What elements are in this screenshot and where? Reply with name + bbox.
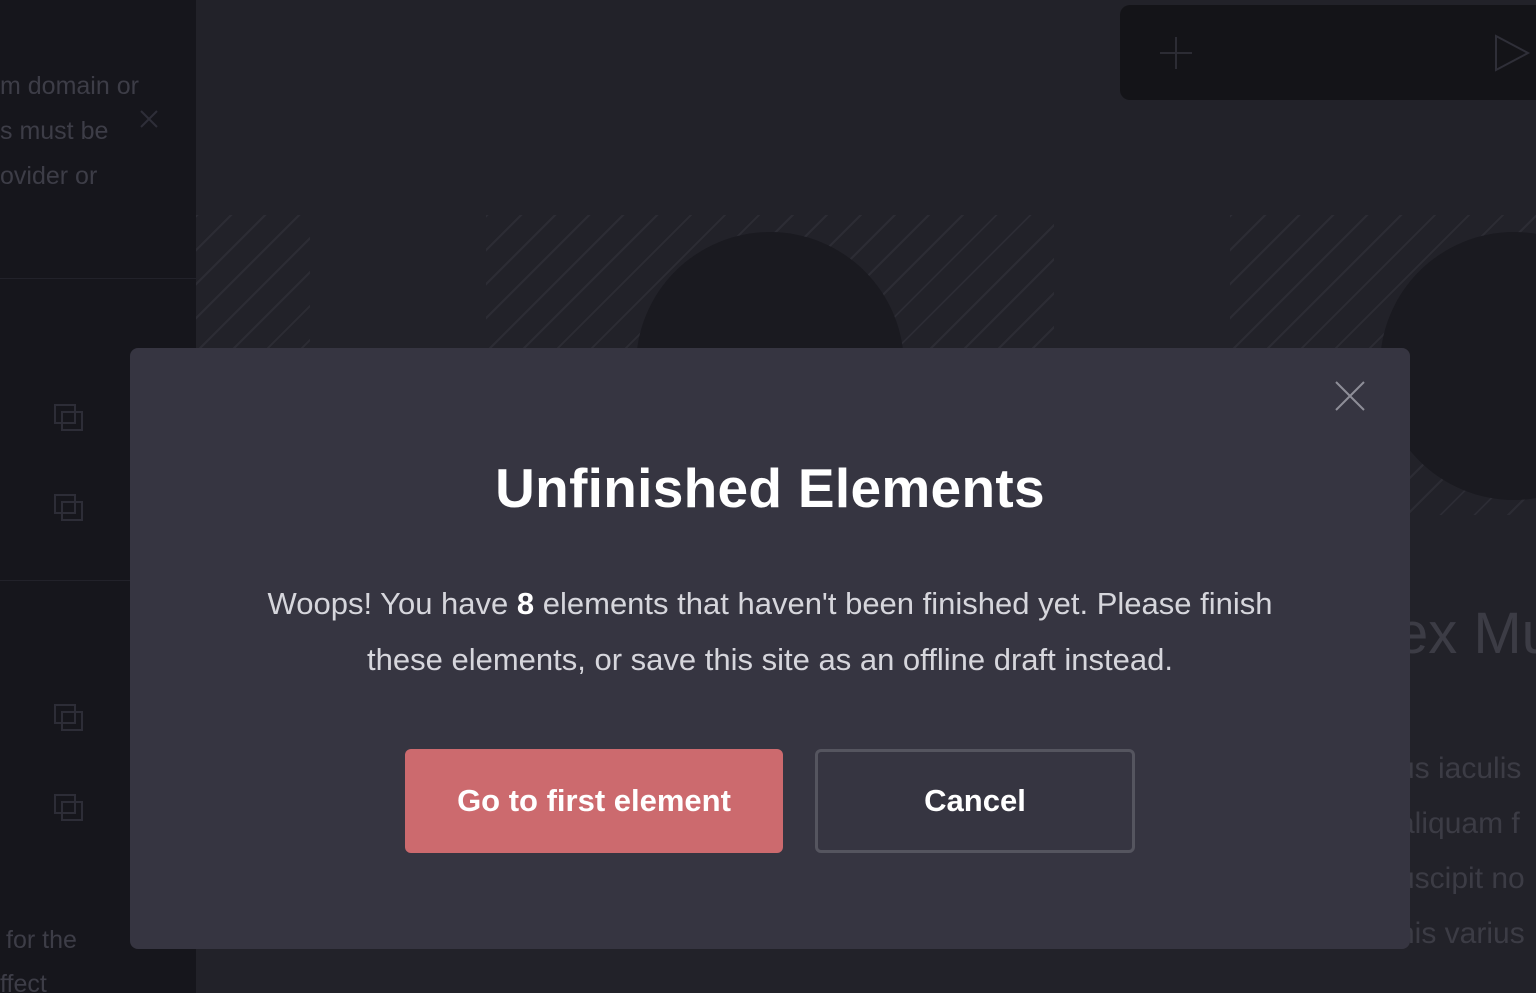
modal-message: Woops! You have 8 elements that haven't … [240,576,1300,688]
unfinished-count: 8 [516,586,535,621]
cancel-button[interactable]: Cancel [815,749,1135,853]
unfinished-elements-modal: Unfinished Elements Woops! You have 8 el… [130,348,1410,949]
close-icon[interactable] [1334,380,1366,412]
modal-title: Unfinished Elements [495,457,1045,519]
go-to-first-element-button[interactable]: Go to first element [405,749,783,853]
modal-message-prefix: Woops! You have [267,586,517,621]
